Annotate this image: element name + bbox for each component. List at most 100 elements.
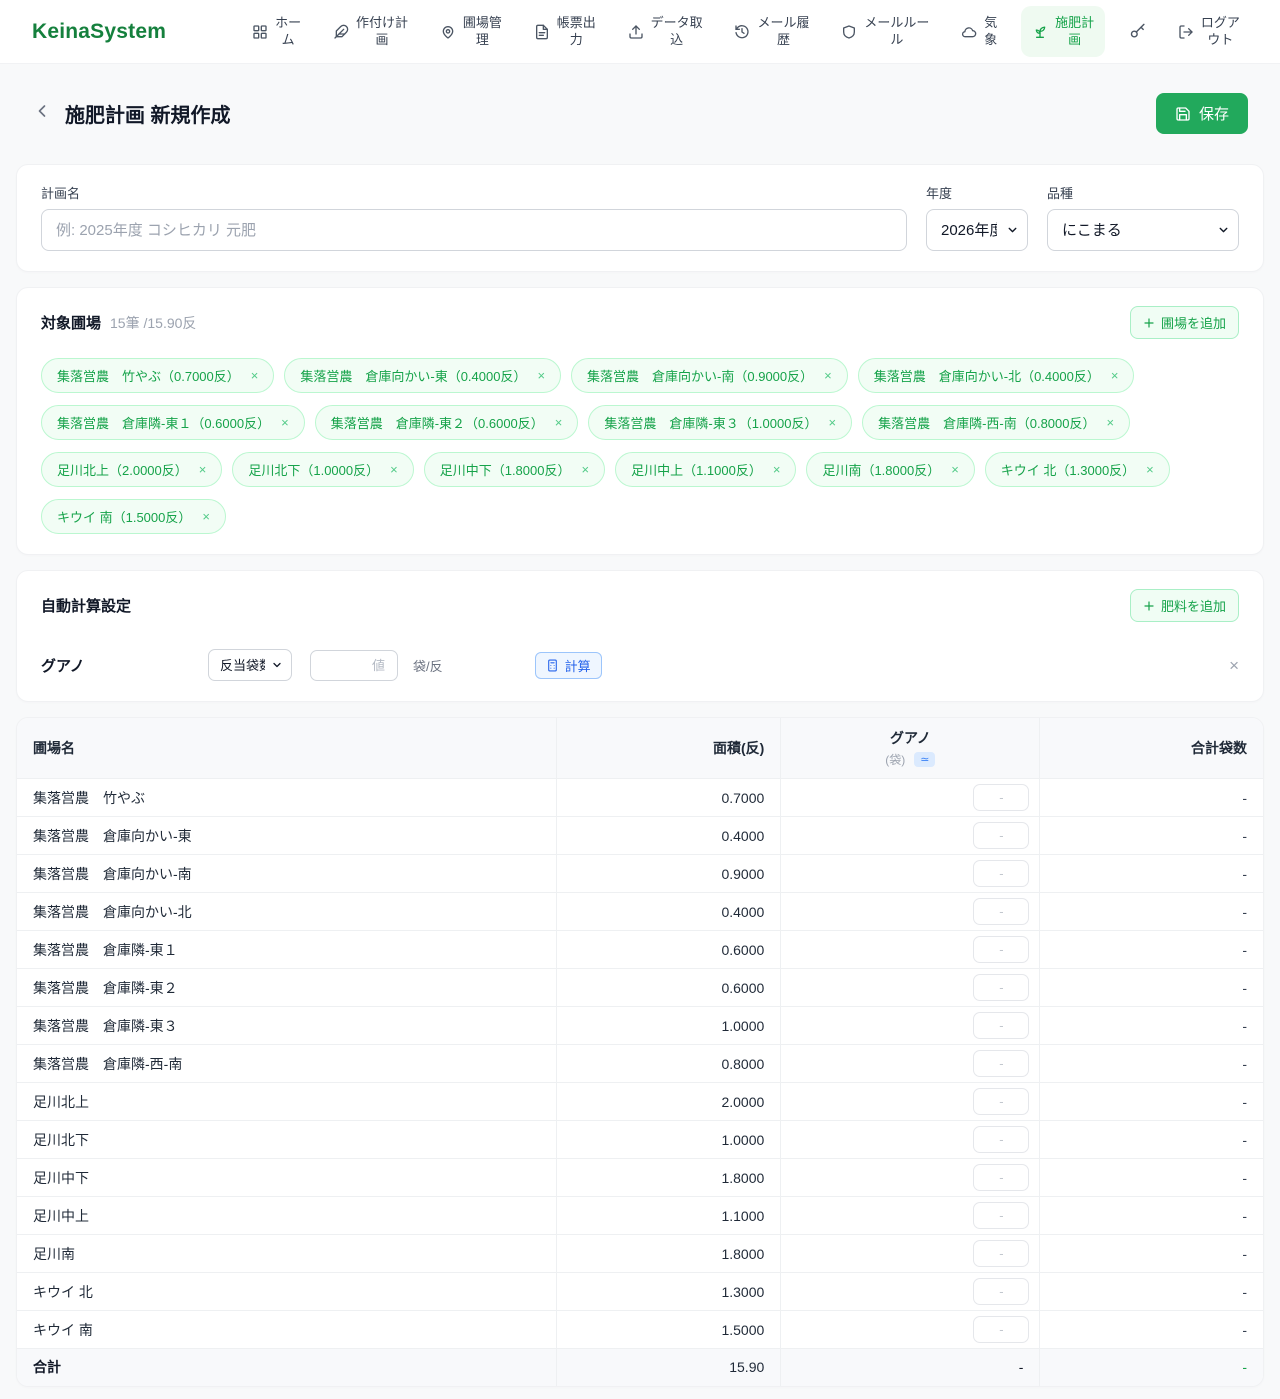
row-fertilizer-input[interactable] bbox=[973, 784, 1029, 811]
nav-item-field-management[interactable]: 圃場管 理 bbox=[432, 9, 510, 55]
row-field-name: 足川中下 bbox=[17, 1159, 557, 1197]
row-fertilizer-input[interactable] bbox=[973, 936, 1029, 963]
nav-item-key[interactable] bbox=[1121, 17, 1154, 46]
total-row-label: 合計 bbox=[17, 1349, 557, 1386]
calculator-icon bbox=[546, 659, 559, 672]
tag-remove-button[interactable]: × bbox=[555, 416, 563, 429]
row-fertilizer-input[interactable] bbox=[973, 974, 1029, 1001]
nav-item-logout[interactable]: ログア ウト bbox=[1170, 9, 1248, 55]
tag-remove-button[interactable]: × bbox=[828, 416, 836, 429]
row-fertilizer-input[interactable] bbox=[973, 822, 1029, 849]
row-fertilizer-input[interactable] bbox=[973, 1202, 1029, 1229]
tag-remove-button[interactable]: × bbox=[1111, 369, 1119, 382]
add-fertilizer-button[interactable]: 肥料を追加 bbox=[1130, 589, 1239, 622]
table-row: 足川中下1.8000- bbox=[17, 1159, 1263, 1197]
tag-remove-button[interactable]: × bbox=[581, 463, 589, 476]
row-area: 1.1000 bbox=[557, 1197, 781, 1235]
table-row: 集落営農 倉庫向かい-南0.9000- bbox=[17, 855, 1263, 893]
variety-label: 品種 bbox=[1047, 183, 1239, 202]
brand-logo[interactable]: KeinaSystem bbox=[32, 20, 166, 44]
field-tag: 集落営農 倉庫隣-東３（1.0000反） × bbox=[588, 405, 852, 440]
fields-table-body: 集落営農 竹やぶ0.7000-集落営農 倉庫向かい-東0.4000-集落営農 倉… bbox=[17, 779, 1263, 1349]
row-area: 1.0000 bbox=[557, 1121, 781, 1159]
nav-item-home[interactable]: ホー ム bbox=[244, 9, 309, 55]
add-field-button[interactable]: 圃場を追加 bbox=[1130, 306, 1239, 339]
tag-remove-button[interactable]: × bbox=[390, 463, 398, 476]
field-tag: 集落営農 倉庫向かい-南（0.9000反）× bbox=[571, 358, 848, 393]
row-fertilizer-input[interactable] bbox=[973, 898, 1029, 925]
tag-remove-button[interactable]: × bbox=[199, 463, 207, 476]
nav-item-mail-history[interactable]: メール履 歴 bbox=[726, 9, 817, 55]
tag-remove-button[interactable]: × bbox=[824, 369, 832, 382]
row-fertilizer-input[interactable] bbox=[973, 1316, 1029, 1343]
row-field-name: キウイ 南 bbox=[17, 1311, 557, 1349]
tag-remove-button[interactable]: × bbox=[1146, 463, 1154, 476]
row-field-name: 集落営農 竹やぶ bbox=[17, 779, 557, 817]
row-fertilizer-input[interactable] bbox=[973, 1088, 1029, 1115]
column-header-total: 合計袋数 bbox=[1040, 718, 1263, 779]
nav-item-report-output[interactable]: 帳票出 力 bbox=[526, 9, 604, 55]
row-fertilizer-input[interactable] bbox=[973, 860, 1029, 887]
tag-remove-button[interactable]: × bbox=[1106, 416, 1114, 429]
row-total: - bbox=[1040, 817, 1263, 855]
wheat-icon bbox=[333, 24, 349, 40]
row-fertilizer-cell bbox=[781, 931, 1040, 969]
table-row: 集落営農 竹やぶ0.7000- bbox=[17, 779, 1263, 817]
tag-remove-button[interactable]: × bbox=[202, 510, 210, 523]
tag-remove-button[interactable]: × bbox=[281, 416, 289, 429]
variety-select[interactable]: にこまる bbox=[1047, 209, 1239, 251]
auto-calc-title: 自動計算設定 bbox=[41, 595, 131, 616]
row-fertilizer-input[interactable] bbox=[973, 1050, 1029, 1077]
column-header-area: 面積(反) bbox=[557, 718, 781, 779]
nav-item-weather[interactable]: 気 象 bbox=[953, 9, 1005, 55]
row-fertilizer-input[interactable] bbox=[973, 1126, 1029, 1153]
calc-unit-label: 袋/反 bbox=[413, 656, 443, 675]
nav-item-label: ホー ム bbox=[275, 15, 301, 49]
tag-remove-button[interactable]: × bbox=[951, 463, 959, 476]
tag-remove-button[interactable]: × bbox=[773, 463, 781, 476]
field-tag-label: 集落営農 倉庫隣-西-南（0.8000反） bbox=[878, 413, 1095, 432]
row-fertilizer-input[interactable] bbox=[973, 1012, 1029, 1039]
tag-remove-button[interactable]: × bbox=[537, 369, 545, 382]
tag-remove-button[interactable]: × bbox=[251, 369, 259, 382]
row-total: - bbox=[1040, 893, 1263, 931]
save-button[interactable]: 保存 bbox=[1156, 93, 1248, 134]
remove-fertilizer-button[interactable]: × bbox=[1229, 657, 1239, 674]
nav-item-label: 帳票出 力 bbox=[557, 15, 596, 49]
nav-item-fertilization-plan[interactable]: 施肥計 画 bbox=[1021, 6, 1105, 58]
fertilizer-header-unit: (袋) bbox=[885, 751, 905, 768]
year-label: 年度 bbox=[926, 183, 1028, 202]
row-fertilizer-input[interactable] bbox=[973, 1240, 1029, 1267]
target-fields-summary: 15筆 /15.90反 bbox=[110, 313, 196, 333]
year-select[interactable]: 2026年度 bbox=[926, 209, 1028, 251]
row-total: - bbox=[1040, 969, 1263, 1007]
calc-value-input[interactable] bbox=[310, 650, 398, 681]
nav-item-data-import[interactable]: データ取 込 bbox=[620, 9, 711, 55]
row-field-name: 足川中上 bbox=[17, 1197, 557, 1235]
field-tag: 足川北下（1.0000反） × bbox=[232, 452, 413, 487]
auto-calc-card: 自動計算設定 肥料を追加 グアノ 反当袋数 袋/反 計算 × bbox=[16, 570, 1264, 702]
row-total: - bbox=[1040, 1083, 1263, 1121]
plus-icon bbox=[1143, 317, 1155, 329]
row-fertilizer-input[interactable] bbox=[973, 1164, 1029, 1191]
field-tag-label: 足川北下（1.0000反） bbox=[248, 460, 379, 479]
row-fertilizer-cell bbox=[781, 1121, 1040, 1159]
nav-item-mail-rules[interactable]: メールルー ル bbox=[833, 9, 937, 55]
back-button[interactable] bbox=[32, 101, 52, 126]
fertilizer-header-name: グアノ bbox=[797, 728, 1023, 748]
row-area: 0.4000 bbox=[557, 817, 781, 855]
save-icon bbox=[1175, 106, 1191, 122]
table-row: 足川北下1.0000- bbox=[17, 1121, 1263, 1159]
calc-mode-select[interactable]: 反当袋数 bbox=[208, 649, 292, 681]
field-tag-label: 集落営農 倉庫隣-東２（0.6000反） bbox=[331, 413, 544, 432]
plan-name-input[interactable] bbox=[41, 209, 907, 251]
nav-item-cropping-plan[interactable]: 作付け計 画 bbox=[325, 9, 416, 55]
table-row: 集落営農 倉庫向かい-北0.4000- bbox=[17, 893, 1263, 931]
field-tag-label: 集落営農 倉庫隣-東３（1.0000反） bbox=[604, 413, 817, 432]
row-fertilizer-cell bbox=[781, 1311, 1040, 1349]
row-fertilizer-input[interactable] bbox=[973, 1278, 1029, 1305]
field-tag-label: 集落営農 倉庫向かい-東（0.4000反） bbox=[300, 366, 526, 385]
field-tag: 足川中上（1.1000反）× bbox=[615, 452, 796, 487]
calc-button[interactable]: 計算 bbox=[535, 652, 602, 679]
approx-badge[interactable]: ≃ bbox=[914, 752, 935, 767]
